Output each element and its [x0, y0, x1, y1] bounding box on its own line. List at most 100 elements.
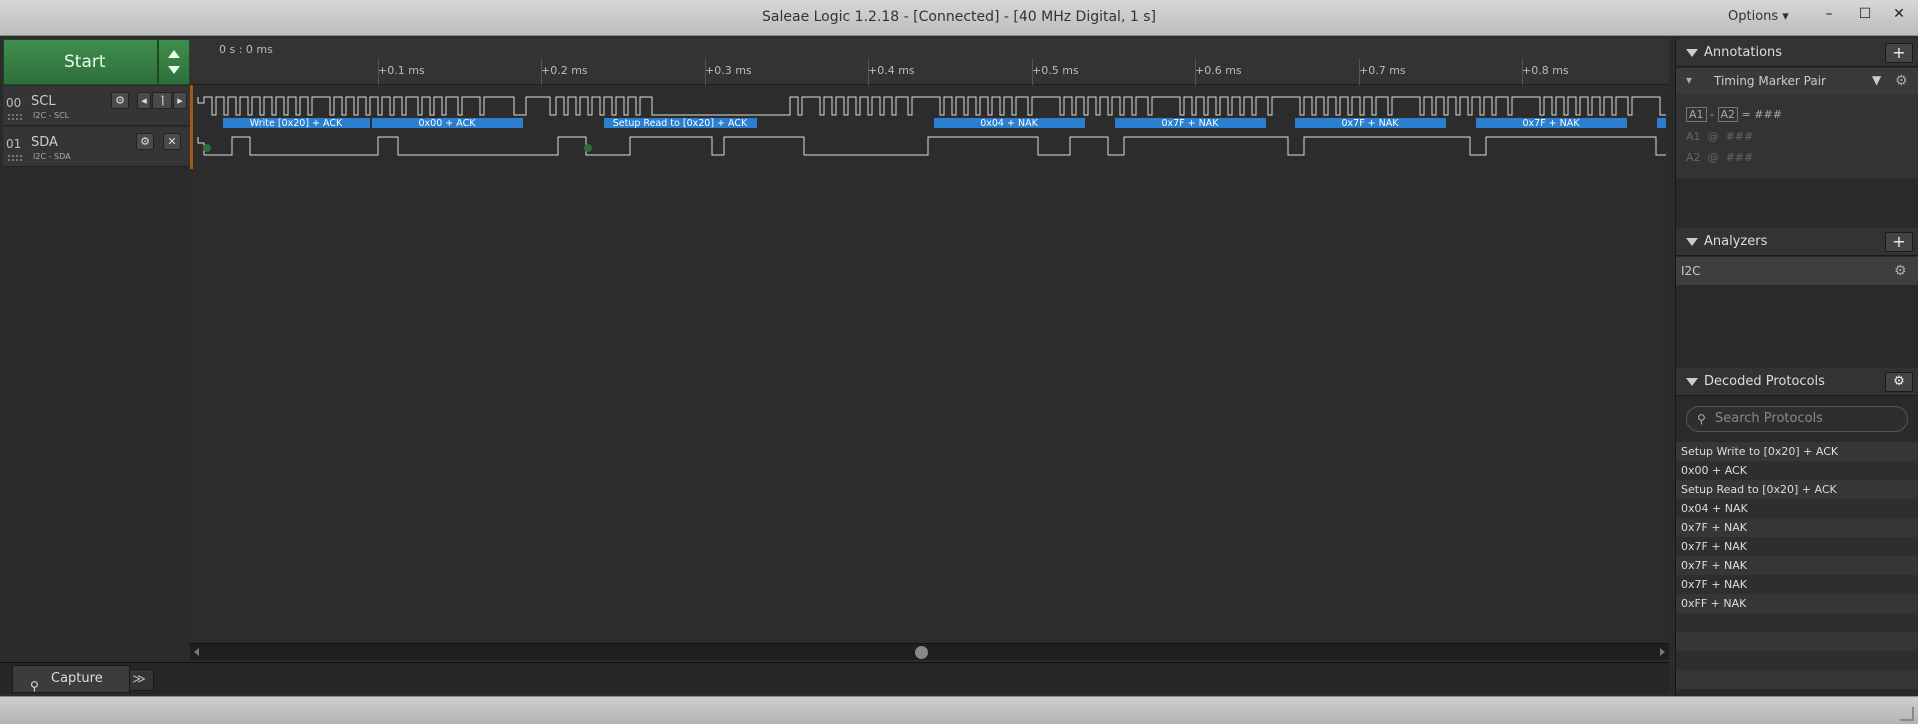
- bottom-bar: ≫ ⚲ Capture: [0, 662, 1669, 694]
- analyzers-header[interactable]: Analyzers +: [1676, 228, 1918, 256]
- timing-marker-row[interactable]: ▾ Timing Marker Pair ▼ ⚙: [1676, 68, 1918, 94]
- decode-bubble-text: 0x7F + NAK: [1522, 118, 1580, 129]
- time-origin: 0 s : 0 ms: [219, 43, 273, 56]
- decoded-settings-gear-icon[interactable]: ⚙: [1885, 372, 1913, 392]
- add-analyzer-button[interactable]: +: [1885, 232, 1913, 252]
- a1-badge: A1: [1686, 107, 1707, 122]
- start-condition-marker: [584, 144, 592, 152]
- channel-close-icon[interactable]: ✕: [163, 133, 181, 150]
- a2-badge: A2: [1717, 107, 1739, 122]
- list-item[interactable]: 0xFF + NAK: [1676, 594, 1918, 613]
- marker-type-label: Timing Marker Pair: [1714, 74, 1826, 88]
- decode-bubble-text: Setup Read to [0x20] + ACK: [613, 118, 748, 129]
- app-window: Saleae Logic 1.2.18 - [Connected] - [40 …: [0, 0, 1918, 724]
- drag-handle-icon[interactable]: [8, 155, 22, 161]
- channel-settings-gear-icon[interactable]: ⚙: [111, 92, 129, 109]
- delta-value: = ###: [1741, 108, 1782, 121]
- trigger-marker: [190, 85, 193, 169]
- collapse-triangle-icon[interactable]: [1686, 378, 1698, 386]
- status-bar: [0, 696, 1918, 724]
- arrow-up-icon[interactable]: [168, 50, 180, 58]
- start-condition-marker: [203, 144, 211, 152]
- analyzer-settings-gear-icon[interactable]: ⚙: [1894, 263, 1907, 279]
- decode-bubble-text: 0x00 + ACK: [419, 118, 477, 129]
- right-sidebar: Annotations + ▾ Timing Marker Pair ▼ ⚙ A…: [1675, 39, 1918, 696]
- waveform-area[interactable]: 0 s : 0 ms +0.1 ms +0.2 ms +0.3 ms +0.4 …: [190, 39, 1669, 643]
- prev-edge-icon[interactable]: ◂: [137, 92, 151, 109]
- channel-settings-gear-icon[interactable]: ⚙: [136, 133, 154, 150]
- decode-bubble-text: 0x7F + NAK: [1161, 118, 1219, 129]
- maximize-button[interactable]: ☐: [1852, 4, 1878, 24]
- sda-trace: [197, 136, 1666, 156]
- options-menu[interactable]: Options ▾: [1728, 9, 1789, 24]
- list-item[interactable]: 0x7F + NAK: [1676, 537, 1918, 556]
- ruler-tick-label: +0.8 ms: [1522, 64, 1569, 77]
- ruler-tick-label: +0.2 ms: [541, 64, 588, 77]
- list-item[interactable]: Setup Read to [0x20] + ACK: [1676, 480, 1918, 499]
- drag-handle-icon[interactable]: [8, 114, 22, 120]
- analyzer-item-i2c[interactable]: I2C ⚙: [1676, 257, 1918, 285]
- arrow-down-icon[interactable]: [168, 66, 180, 74]
- ruler-tick-label: +0.1 ms: [378, 64, 425, 77]
- window-title: Saleae Logic 1.2.18 - [Connected] - [40 …: [762, 9, 1156, 25]
- marker-dropdown-icon[interactable]: ▼: [1872, 73, 1881, 87]
- list-item-empty: [1676, 651, 1918, 670]
- tab-capture[interactable]: ⚲ Capture: [12, 665, 130, 693]
- channel-row-sda[interactable]: 01 SDA I2C - SDA ⚙ ✕: [3, 127, 190, 167]
- list-item-empty: [1676, 670, 1918, 689]
- time-ruler[interactable]: 0 s : 0 ms +0.1 ms +0.2 ms +0.3 ms +0.4 …: [190, 39, 1669, 85]
- start-options-arrows[interactable]: [158, 39, 190, 85]
- analyzers-title: Analyzers: [1704, 234, 1768, 249]
- horizontal-scrollbar[interactable]: [190, 643, 1669, 660]
- list-item[interactable]: Setup Write to [0x20] + ACK: [1676, 442, 1918, 461]
- list-item[interactable]: 0x04 + NAK: [1676, 499, 1918, 518]
- start-button[interactable]: Start: [3, 39, 158, 85]
- channel-number: 01: [6, 137, 22, 151]
- channel-name[interactable]: SDA: [31, 135, 58, 150]
- decoded-protocols-header[interactable]: Decoded Protocols ⚙: [1676, 368, 1918, 396]
- list-item-empty: [1676, 632, 1918, 651]
- waveform-traces[interactable]: Write [0x20] + ACK 0x00 + ACK Setup Read…: [190, 85, 1669, 175]
- collapse-triangle-icon[interactable]: [1686, 49, 1698, 57]
- channel-name[interactable]: SCL: [31, 94, 56, 109]
- delta-sep: -: [1710, 108, 1715, 121]
- channel-row-scl[interactable]: 00 SCL I2C - SCL ⚙ ◂ ⌉ ▸: [3, 86, 190, 126]
- collapse-triangle-icon[interactable]: [1686, 238, 1698, 246]
- capture-tab-label: Capture: [51, 671, 103, 686]
- search-placeholder: Search Protocols: [1715, 411, 1823, 426]
- add-annotation-button[interactable]: +: [1885, 43, 1913, 63]
- start-label: Start: [64, 52, 106, 72]
- scroll-thumb[interactable]: [915, 646, 928, 659]
- search-icon: ⚲: [1697, 412, 1706, 426]
- decode-bubble-text: 0x04 + NAK: [980, 118, 1038, 129]
- ruler-tick-label: +0.6 ms: [1195, 64, 1242, 77]
- list-item[interactable]: 0x7F + NAK: [1676, 575, 1918, 594]
- a1-position: A1 @ ###: [1686, 130, 1754, 143]
- search-protocols-input[interactable]: ⚲ Search Protocols: [1686, 406, 1908, 432]
- ruler-tick-label: +0.3 ms: [705, 64, 752, 77]
- close-button[interactable]: ✕: [1886, 4, 1912, 24]
- marker-settings-gear-icon[interactable]: ⚙: [1895, 73, 1908, 89]
- decode-bubble-text: 0x7F + NAK: [1341, 118, 1399, 129]
- channel-subtitle: I2C - SCL: [33, 111, 70, 120]
- marker-pin-icon: ▾: [1686, 73, 1693, 87]
- list-item[interactable]: 0x00 + ACK: [1676, 461, 1918, 480]
- ruler-tick-label: +0.4 ms: [868, 64, 915, 77]
- channel-number: 00: [6, 96, 22, 110]
- resize-grip-icon[interactable]: [1900, 707, 1914, 721]
- list-item[interactable]: 0x7F + NAK: [1676, 556, 1918, 575]
- list-item[interactable]: 0x7F + NAK: [1676, 518, 1918, 537]
- scroll-left-icon[interactable]: [194, 648, 199, 656]
- edge-trigger-icon[interactable]: ⌉: [152, 92, 172, 109]
- ruler-tick-label: +0.7 ms: [1359, 64, 1406, 77]
- decode-bubble-text: Write [0x20] + ACK: [250, 118, 343, 129]
- annotation-values: A1 - A2 = ### A1 @ ### A2 @ ###: [1676, 94, 1918, 178]
- annotations-title: Annotations: [1704, 45, 1783, 60]
- scl-trace: [197, 96, 1666, 116]
- decode-bubble[interactable]: [1657, 118, 1666, 128]
- next-edge-icon[interactable]: ▸: [173, 92, 187, 109]
- a2-position: A2 @ ###: [1686, 151, 1754, 164]
- scroll-right-icon[interactable]: [1660, 648, 1665, 656]
- annotations-header[interactable]: Annotations +: [1676, 39, 1918, 67]
- minimize-button[interactable]: –: [1816, 4, 1842, 24]
